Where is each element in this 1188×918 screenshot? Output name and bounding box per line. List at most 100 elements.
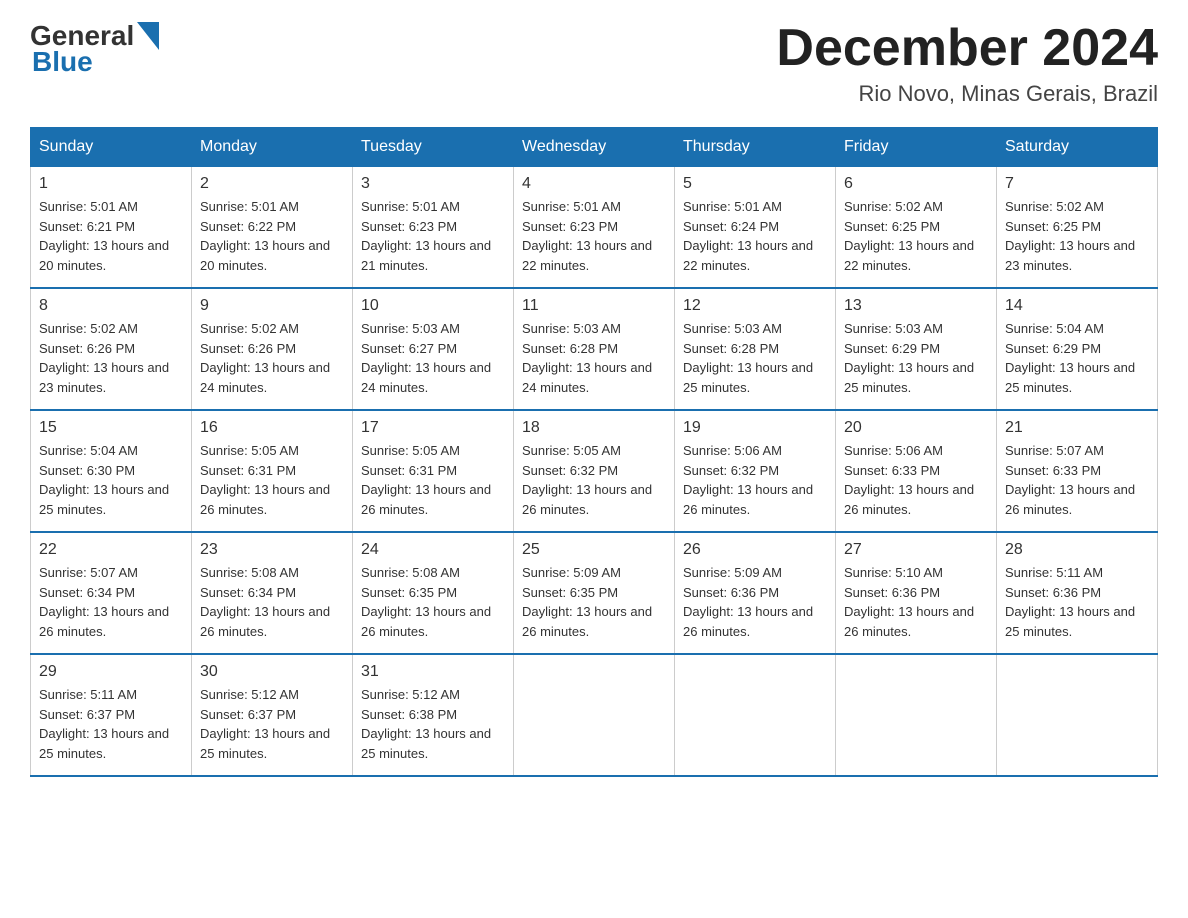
day-info: Sunrise: 5:11 AMSunset: 6:36 PMDaylight:… bbox=[1005, 563, 1149, 641]
logo: General Blue bbox=[30, 20, 159, 78]
calendar-cell: 6 Sunrise: 5:02 AMSunset: 6:25 PMDaylight… bbox=[836, 167, 997, 289]
day-info: Sunrise: 5:05 AMSunset: 6:31 PMDaylight:… bbox=[200, 441, 344, 519]
day-info: Sunrise: 5:06 AMSunset: 6:32 PMDaylight:… bbox=[683, 441, 827, 519]
calendar-header-saturday: Saturday bbox=[997, 128, 1158, 167]
day-number: 8 bbox=[39, 297, 183, 315]
day-info: Sunrise: 5:08 AMSunset: 6:34 PMDaylight:… bbox=[200, 563, 344, 641]
day-number: 4 bbox=[522, 175, 666, 193]
page-header: General Blue December 2024 Rio Novo, Min… bbox=[30, 20, 1158, 107]
logo-blue-text: Blue bbox=[32, 46, 93, 78]
calendar-cell: 27 Sunrise: 5:10 AMSunset: 6:36 PMDayligh… bbox=[836, 532, 997, 654]
day-number: 25 bbox=[522, 541, 666, 559]
calendar-cell: 15 Sunrise: 5:04 AMSunset: 6:30 PMDayligh… bbox=[31, 410, 192, 532]
calendar-cell: 17Sunrise: 5:05 AMSunset: 6:31 PMDayligh… bbox=[353, 410, 514, 532]
calendar-cell: 22 Sunrise: 5:07 AMSunset: 6:34 PMDayligh… bbox=[31, 532, 192, 654]
day-number: 24 bbox=[361, 541, 505, 559]
calendar-cell: 19 Sunrise: 5:06 AMSunset: 6:32 PMDayligh… bbox=[675, 410, 836, 532]
day-info: Sunrise: 5:04 AMSunset: 6:30 PMDaylight:… bbox=[39, 441, 183, 519]
day-number: 19 bbox=[683, 419, 827, 437]
calendar-cell: 8Sunrise: 5:02 AMSunset: 6:26 PMDaylight… bbox=[31, 288, 192, 410]
calendar-header-friday: Friday bbox=[836, 128, 997, 167]
day-number: 18 bbox=[522, 419, 666, 437]
calendar-cell: 23 Sunrise: 5:08 AMSunset: 6:34 PMDayligh… bbox=[192, 532, 353, 654]
day-number: 3 bbox=[361, 175, 505, 193]
day-number: 15 bbox=[39, 419, 183, 437]
day-info: Sunrise: 5:05 AMSunset: 6:32 PMDaylight:… bbox=[522, 441, 666, 519]
calendar-cell: 5Sunrise: 5:01 AMSunset: 6:24 PMDaylight… bbox=[675, 167, 836, 289]
day-info: Sunrise: 5:12 AMSunset: 6:38 PMDaylight:… bbox=[361, 685, 505, 763]
calendar-cell bbox=[997, 654, 1158, 776]
day-number: 30 bbox=[200, 663, 344, 681]
logo-flag-icon bbox=[137, 22, 159, 50]
calendar-header-row: SundayMondayTuesdayWednesdayThursdayFrid… bbox=[31, 128, 1158, 167]
day-number: 20 bbox=[844, 419, 988, 437]
calendar-cell bbox=[836, 654, 997, 776]
calendar-cell: 13 Sunrise: 5:03 AMSunset: 6:29 PMDayligh… bbox=[836, 288, 997, 410]
day-info: Sunrise: 5:03 AMSunset: 6:28 PMDaylight:… bbox=[522, 319, 666, 397]
calendar-table: SundayMondayTuesdayWednesdayThursdayFrid… bbox=[30, 127, 1158, 777]
day-number: 26 bbox=[683, 541, 827, 559]
day-info: Sunrise: 5:01 AMSunset: 6:21 PMDaylight:… bbox=[39, 197, 183, 275]
calendar-cell: 4 Sunrise: 5:01 AMSunset: 6:23 PMDaylight… bbox=[514, 167, 675, 289]
day-info: Sunrise: 5:01 AMSunset: 6:23 PMDaylight:… bbox=[522, 197, 666, 275]
calendar-cell: 26 Sunrise: 5:09 AMSunset: 6:36 PMDayligh… bbox=[675, 532, 836, 654]
calendar-cell: 31 Sunrise: 5:12 AMSunset: 6:38 PMDayligh… bbox=[353, 654, 514, 776]
day-info: Sunrise: 5:03 AMSunset: 6:29 PMDaylight:… bbox=[844, 319, 988, 397]
day-number: 22 bbox=[39, 541, 183, 559]
calendar-cell: 14 Sunrise: 5:04 AMSunset: 6:29 PMDayligh… bbox=[997, 288, 1158, 410]
calendar-cell: 18 Sunrise: 5:05 AMSunset: 6:32 PMDayligh… bbox=[514, 410, 675, 532]
day-number: 6 bbox=[844, 175, 988, 193]
calendar-cell: 2 Sunrise: 5:01 AMSunset: 6:22 PMDaylight… bbox=[192, 167, 353, 289]
calendar-header-wednesday: Wednesday bbox=[514, 128, 675, 167]
day-info: Sunrise: 5:05 AMSunset: 6:31 PMDaylight:… bbox=[361, 441, 505, 519]
calendar-cell: 16 Sunrise: 5:05 AMSunset: 6:31 PMDayligh… bbox=[192, 410, 353, 532]
day-number: 31 bbox=[361, 663, 505, 681]
day-info: Sunrise: 5:10 AMSunset: 6:36 PMDaylight:… bbox=[844, 563, 988, 641]
month-title: December 2024 bbox=[776, 20, 1158, 77]
calendar-cell: 25 Sunrise: 5:09 AMSunset: 6:35 PMDayligh… bbox=[514, 532, 675, 654]
calendar-cell: 20Sunrise: 5:06 AMSunset: 6:33 PMDayligh… bbox=[836, 410, 997, 532]
day-info: Sunrise: 5:02 AMSunset: 6:26 PMDaylight:… bbox=[200, 319, 344, 397]
day-info: Sunrise: 5:02 AMSunset: 6:25 PMDaylight:… bbox=[844, 197, 988, 275]
calendar-cell bbox=[675, 654, 836, 776]
day-info: Sunrise: 5:07 AMSunset: 6:34 PMDaylight:… bbox=[39, 563, 183, 641]
day-number: 14 bbox=[1005, 297, 1149, 315]
calendar-week-row: 15 Sunrise: 5:04 AMSunset: 6:30 PMDayligh… bbox=[31, 410, 1158, 532]
calendar-cell: 24Sunrise: 5:08 AMSunset: 6:35 PMDayligh… bbox=[353, 532, 514, 654]
day-number: 23 bbox=[200, 541, 344, 559]
calendar-header-sunday: Sunday bbox=[31, 128, 192, 167]
calendar-week-row: 22 Sunrise: 5:07 AMSunset: 6:34 PMDayligh… bbox=[31, 532, 1158, 654]
day-number: 11 bbox=[522, 297, 666, 315]
day-number: 29 bbox=[39, 663, 183, 681]
day-info: Sunrise: 5:09 AMSunset: 6:36 PMDaylight:… bbox=[683, 563, 827, 641]
calendar-week-row: 8 Sunrise: 5:02 AMSunset: 6:26 PMDaylight… bbox=[31, 288, 1158, 410]
day-number: 5 bbox=[683, 175, 827, 193]
day-number: 7 bbox=[1005, 175, 1149, 193]
day-number: 9 bbox=[200, 297, 344, 315]
calendar-cell bbox=[514, 654, 675, 776]
day-info: Sunrise: 5:01 AMSunset: 6:22 PMDaylight:… bbox=[200, 197, 344, 275]
day-info: Sunrise: 5:12 AMSunset: 6:37 PMDaylight:… bbox=[200, 685, 344, 763]
day-info: Sunrise: 5:03 AMSunset: 6:28 PMDaylight:… bbox=[683, 319, 827, 397]
day-number: 28 bbox=[1005, 541, 1149, 559]
day-number: 12 bbox=[683, 297, 827, 315]
day-number: 13 bbox=[844, 297, 988, 315]
day-number: 16 bbox=[200, 419, 344, 437]
day-number: 21 bbox=[1005, 419, 1149, 437]
calendar-header-monday: Monday bbox=[192, 128, 353, 167]
day-number: 27 bbox=[844, 541, 988, 559]
calendar-week-row: 29 Sunrise: 5:11 AMSunset: 6:37 PMDayligh… bbox=[31, 654, 1158, 776]
location-title: Rio Novo, Minas Gerais, Brazil bbox=[776, 81, 1158, 107]
calendar-cell: 12 Sunrise: 5:03 AMSunset: 6:28 PMDayligh… bbox=[675, 288, 836, 410]
day-info: Sunrise: 5:09 AMSunset: 6:35 PMDaylight:… bbox=[522, 563, 666, 641]
calendar-cell: 3 Sunrise: 5:01 AMSunset: 6:23 PMDaylight… bbox=[353, 167, 514, 289]
calendar-cell: 21 Sunrise: 5:07 AMSunset: 6:33 PMDayligh… bbox=[997, 410, 1158, 532]
day-number: 2 bbox=[200, 175, 344, 193]
day-info: Sunrise: 5:11 AMSunset: 6:37 PMDaylight:… bbox=[39, 685, 183, 763]
day-info: Sunrise: 5:01 AMSunset: 6:23 PMDaylight:… bbox=[361, 197, 505, 275]
calendar-week-row: 1 Sunrise: 5:01 AMSunset: 6:21 PMDaylight… bbox=[31, 167, 1158, 289]
calendar-header-thursday: Thursday bbox=[675, 128, 836, 167]
day-info: Sunrise: 5:04 AMSunset: 6:29 PMDaylight:… bbox=[1005, 319, 1149, 397]
day-info: Sunrise: 5:07 AMSunset: 6:33 PMDaylight:… bbox=[1005, 441, 1149, 519]
day-number: 1 bbox=[39, 175, 183, 193]
